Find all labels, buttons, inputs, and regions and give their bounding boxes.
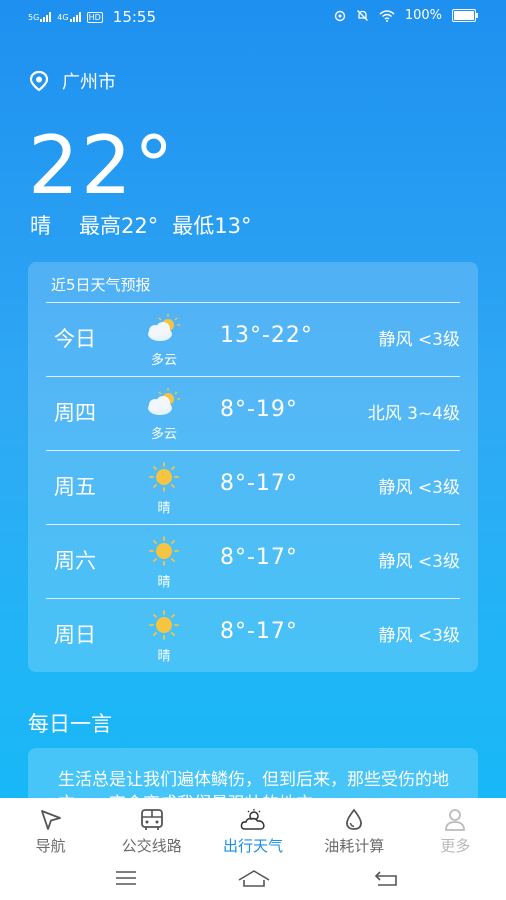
partly-cloudy-icon: [148, 314, 180, 341]
bus-icon: [140, 809, 163, 830]
forecast-day: 周四: [54, 401, 96, 425]
nav-label: 出行天气: [223, 837, 284, 855]
forecast-wind: 静风 <3级: [378, 478, 460, 498]
forecast-row[interactable]: 周六 晴 8°-17° 静风 <3级: [46, 525, 460, 599]
nav-item-weather[interactable]: 出行天气: [202, 798, 303, 856]
forecast-day: 周六: [54, 549, 96, 573]
current-low: 最低13°: [172, 214, 252, 238]
city-name: 广州市: [62, 72, 116, 93]
fuel-drop-icon: [346, 808, 363, 830]
forecast-temp-range: 8°-19°: [220, 397, 298, 422]
signal-4g-icon: 4G: [57, 12, 81, 22]
nav-label: 公交线路: [121, 837, 182, 855]
nav-label: 油耗计算: [324, 837, 385, 855]
nav-label: 导航: [35, 837, 66, 855]
forecast-wind: 静风 <3级: [378, 330, 460, 350]
forecast-temp-range: 13°-22°: [220, 323, 313, 348]
navigation-arrow-icon: [40, 810, 61, 830]
sun-icon: [149, 462, 179, 492]
forecast-day: 今日: [54, 327, 96, 351]
current-condition: 晴: [30, 214, 51, 238]
current-temperature: 22°: [28, 119, 176, 212]
forecast-condition: 晴: [157, 575, 171, 590]
nav-item-more[interactable]: 更多: [405, 798, 506, 856]
forecast-condition: 多云: [150, 427, 177, 442]
forecast-wind: 静风 <3级: [378, 626, 460, 646]
forecast-temp-range: 8°-17°: [220, 471, 298, 496]
back-icon[interactable]: [372, 868, 400, 888]
forecast-title: 近5日天气预报: [51, 276, 151, 294]
current-high: 最高22°: [79, 214, 159, 238]
signal-5g-icon: 5G: [28, 12, 52, 22]
forecast-wind: 静风 <3级: [378, 552, 460, 572]
hd-icon: HD: [86, 11, 103, 23]
forecast-row[interactable]: 周五 晴 8°-17° 静风 <3级: [46, 451, 460, 525]
forecast-row[interactable]: 周四 多云 8°-19° 北风 3~4级: [46, 377, 460, 451]
forecast-list: 今日 多云 13°-22° 静风 <3级 周四 多云 8°-19° 北风 3~4…: [46, 302, 460, 672]
battery-percent: 100%: [404, 8, 442, 23]
weather-cloud-icon: [240, 809, 265, 830]
partly-cloudy-icon: [148, 388, 180, 415]
forecast-card: 近5日天气预报 今日 多云 13°-22° 静风 <3级 周四 多云 8°-19…: [28, 262, 478, 672]
status-left: 5G 4G HD 15:55: [28, 8, 156, 26]
wifi-icon: [379, 9, 395, 22]
current-summary: 晴 最高22° 最低13°: [30, 210, 251, 240]
location-pin-icon: [29, 70, 49, 92]
forecast-condition: 晴: [157, 649, 171, 664]
location-status-icon: [334, 10, 346, 21]
forecast-condition: 多云: [150, 353, 177, 368]
location[interactable]: 广州市: [28, 68, 116, 94]
forecast-wind: 北风 3~4级: [367, 404, 460, 424]
nav-item-fuel[interactable]: 油耗计算: [304, 798, 405, 856]
forecast-temp-range: 8°-17°: [220, 545, 298, 570]
forecast-temp-range: 8°-17°: [220, 619, 298, 644]
mute-bell-icon: [356, 10, 368, 21]
forecast-row[interactable]: 今日 多云 13°-22° 静风 <3级: [46, 303, 460, 377]
nav-label: 更多: [440, 837, 471, 855]
system-navigation-bar: [0, 860, 506, 900]
forecast-day: 周五: [54, 475, 96, 499]
home-icon[interactable]: [236, 868, 272, 888]
forecast-condition: 晴: [157, 501, 171, 516]
battery-icon: [452, 9, 478, 22]
forecast-day: 周日: [54, 623, 96, 647]
nav-item-bus[interactable]: 公交线路: [101, 798, 202, 856]
menu-icon[interactable]: [112, 868, 140, 888]
status-bar: 5G 4G HD 15:55 100%: [0, 0, 506, 32]
nav-item-navigation[interactable]: 导航: [0, 798, 101, 856]
user-icon: [445, 809, 466, 831]
sun-icon: [149, 610, 179, 640]
sun-icon: [149, 536, 179, 566]
status-time: 15:55: [112, 8, 157, 26]
bottom-nav: 导航 公交线路 出行天气 油耗计算 更多: [0, 798, 506, 900]
quote-title: 每日一言: [28, 712, 112, 736]
status-right: 100%: [334, 8, 478, 23]
forecast-row[interactable]: 周日 晴 8°-17° 静风 <3级: [46, 599, 460, 672]
